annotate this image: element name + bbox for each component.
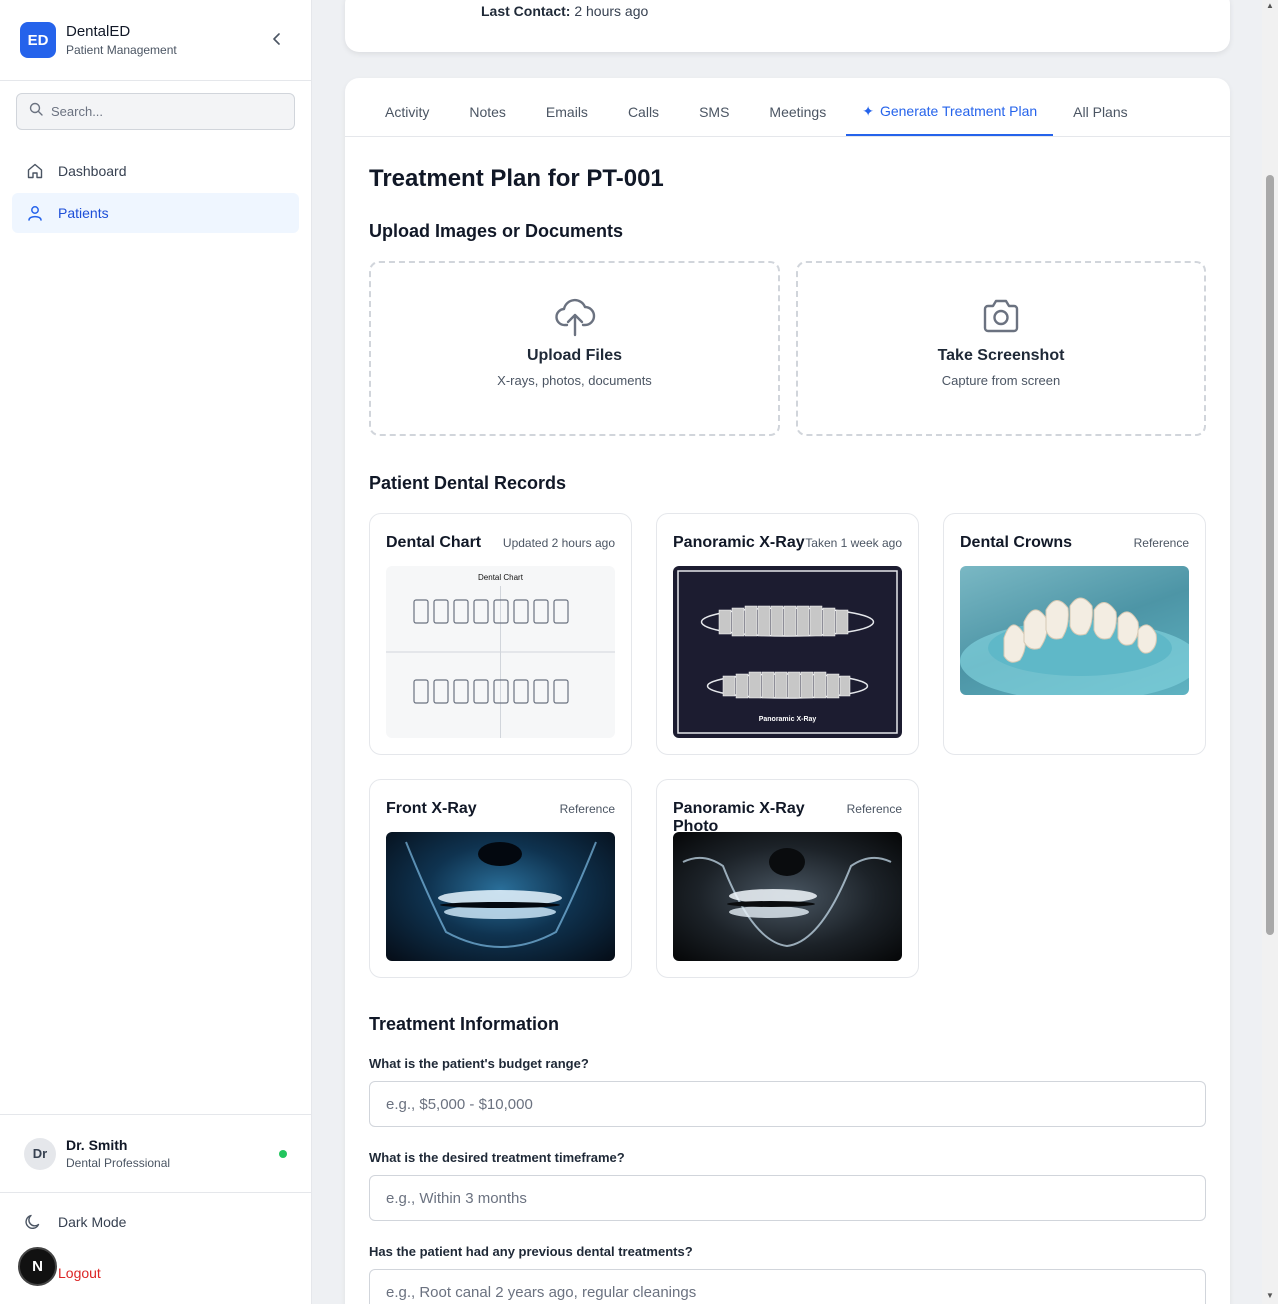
tab-sms[interactable]: SMS — [679, 104, 749, 136]
record-meta: Updated 2 hours ago — [502, 536, 615, 550]
search-icon — [29, 102, 43, 121]
upload-files-subtitle: X-rays, photos, documents — [497, 373, 652, 388]
take-screenshot-button[interactable]: Take Screenshot Capture from screen — [796, 261, 1206, 436]
panoramic-xray-image: Panoramic X-Ray — [673, 566, 902, 738]
last-contact-label: Last Contact: — [481, 3, 571, 19]
record-title: Panoramic X-Ray — [673, 534, 805, 551]
upload-heading: Upload Images or Documents — [369, 221, 624, 241]
upload-files-dropzone[interactable]: Upload Files X-rays, photos, documents — [369, 261, 780, 436]
previous-treatments-field[interactable] — [369, 1269, 1206, 1304]
tab-notes[interactable]: Notes — [449, 104, 526, 136]
record-card-dental-crowns[interactable]: Dental Crowns Reference — [943, 513, 1206, 755]
logout-button[interactable]: Logout — [58, 1265, 101, 1281]
sidebar-nav: Dashboard Patients — [12, 151, 299, 235]
tab-generate-treatment-plan[interactable]: ✦ Generate Treatment Plan — [846, 103, 1054, 136]
record-card-dental-chart[interactable]: Dental Chart Updated 2 hours ago Dental … — [369, 513, 632, 755]
tab-meetings[interactable]: Meetings — [749, 104, 846, 136]
scroll-up-arrow-icon[interactable]: ▲ — [1266, 2, 1274, 10]
panoramic-xray-image-label: Panoramic X-Ray — [759, 716, 817, 723]
brand-subtitle: Patient Management — [66, 43, 177, 57]
camera-icon — [798, 295, 1204, 337]
dark-mode-toggle[interactable]: Dark Mode — [24, 1213, 126, 1231]
user-icon — [26, 204, 44, 222]
tab-bar: Activity Notes Emails Calls SMS Meetings… — [345, 78, 1230, 137]
record-title: Front X-Ray — [386, 800, 477, 817]
brand-logo: ED — [20, 22, 56, 58]
tab-label: Generate Treatment Plan — [879, 103, 1038, 119]
record-card-front-xray[interactable]: Front X-Ray Reference — [369, 779, 632, 978]
tab-calls[interactable]: Calls — [608, 104, 679, 136]
upload-files-title: Upload Files — [526, 347, 623, 364]
budget-field[interactable] — [369, 1081, 1206, 1127]
patient-detail-card: Activity Notes Emails Calls SMS Meetings… — [345, 78, 1230, 1304]
dental-chart-image: Dental Chart — [386, 566, 615, 738]
treatment-info-heading: Treatment Information — [369, 1014, 560, 1034]
sparkle-icon: ✦ — [862, 103, 874, 119]
home-icon — [26, 162, 44, 180]
record-meta: Reference — [1133, 536, 1189, 550]
record-title: Panoramic X-Ray Photo — [673, 800, 805, 835]
sidebar-item-patients[interactable]: Patients — [12, 193, 299, 233]
sidebar-item-label: Patients — [58, 205, 109, 221]
page-scrollbar[interactable]: ▲ ▼ — [1262, 0, 1278, 1304]
page-title: Treatment Plan for PT-001 — [369, 165, 664, 192]
avatar: Dr — [24, 1137, 56, 1170]
record-title: Dental Chart — [386, 534, 482, 551]
chevron-left-icon[interactable] — [269, 31, 285, 47]
dental-crowns-photo — [960, 566, 1189, 695]
dental-chart-image-label: Dental Chart — [478, 573, 524, 582]
budget-label: What is the patient's budget range? — [369, 1056, 589, 1071]
panoramic-xray-photo — [673, 832, 902, 961]
cloud-upload-icon — [371, 295, 778, 337]
record-meta: Taken 1 week ago — [805, 536, 902, 550]
previous-treatments-label: Has the patient had any previous dental … — [369, 1244, 693, 1259]
record-card-panoramic-xray-photo[interactable]: Panoramic X-Ray Photo Reference — [656, 779, 919, 978]
brand-header: ED DentalED Patient Management — [0, 0, 311, 81]
brand-name: DentalED — [66, 23, 131, 40]
last-contact-value: 2 hours ago — [574, 3, 649, 19]
dark-mode-label: Dark Mode — [58, 1214, 127, 1230]
scroll-down-arrow-icon[interactable]: ▼ — [1266, 1292, 1274, 1300]
sidebar-item-dashboard[interactable]: Dashboard — [12, 151, 299, 191]
sidebar-footer: Dark Mode Logout — [0, 1192, 311, 1304]
last-contact: Last Contact: 2 hours ago — [481, 3, 648, 19]
dev-badge[interactable]: N — [18, 1247, 57, 1286]
online-status-indicator — [279, 1150, 287, 1158]
sidebar-item-label: Dashboard — [58, 163, 127, 179]
take-screenshot-title: Take Screenshot — [937, 347, 1065, 364]
scrollbar-thumb[interactable] — [1266, 175, 1274, 935]
tab-emails[interactable]: Emails — [526, 104, 608, 136]
tab-all-plans[interactable]: All Plans — [1053, 104, 1147, 136]
search-input[interactable] — [51, 104, 271, 119]
moon-icon — [24, 1213, 42, 1231]
record-meta: Reference — [846, 802, 902, 816]
patient-summary-card: Last Contact: 2 hours ago — [345, 0, 1230, 52]
record-meta: Reference — [559, 802, 615, 816]
records-heading: Patient Dental Records — [369, 473, 567, 493]
front-xray-image — [386, 832, 615, 961]
take-screenshot-subtitle: Capture from screen — [941, 373, 1061, 388]
sidebar: ED DentalED Patient Management Dashboard… — [0, 0, 312, 1304]
record-title: Dental Crowns — [960, 534, 1073, 551]
user-role: Dental Professional — [66, 1156, 171, 1170]
search-box[interactable] — [16, 93, 295, 130]
user-profile[interactable]: Dr Dr. Smith Dental Professional — [0, 1114, 311, 1192]
user-name: Dr. Smith — [66, 1137, 128, 1153]
record-card-panoramic-xray[interactable]: Panoramic X-Ray Taken 1 week ago Panoram… — [656, 513, 919, 755]
tab-activity[interactable]: Activity — [365, 104, 449, 136]
timeframe-field[interactable] — [369, 1175, 1206, 1221]
timeframe-label: What is the desired treatment timeframe? — [369, 1150, 625, 1165]
